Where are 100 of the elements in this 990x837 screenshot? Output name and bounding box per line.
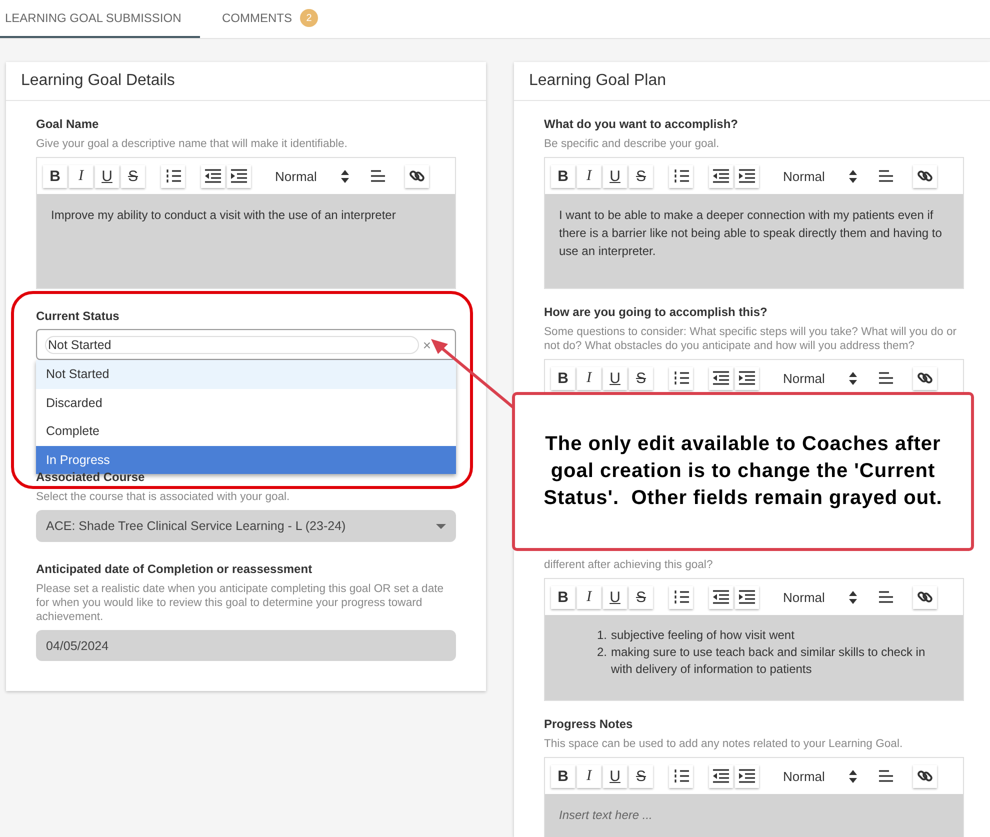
indent-icon [230, 168, 248, 184]
italic-button[interactable]: I [577, 366, 601, 390]
select-input[interactable]: Not Started [45, 336, 419, 354]
link-button[interactable] [913, 764, 937, 788]
numbered-list-button[interactable] [669, 586, 693, 608]
strikethrough-button[interactable]: S [629, 764, 653, 788]
link-button[interactable] [913, 366, 937, 390]
indent-button[interactable] [735, 164, 759, 188]
indent-icon [738, 589, 756, 605]
indent-icon [738, 768, 756, 784]
panel-title: Learning Goal Plan [514, 62, 990, 101]
caret-down-icon [436, 524, 446, 528]
outdent-icon [712, 168, 730, 184]
italic-button[interactable]: I [577, 586, 601, 608]
tab[interactable]: COMMENTS 2 [200, 0, 338, 38]
italic-button[interactable]: I [577, 764, 601, 788]
link-button[interactable] [913, 586, 937, 608]
dropdown-option[interactable]: Discarded [36, 388, 456, 417]
up-down-arrows-icon[interactable] [341, 170, 349, 182]
outdent-button[interactable] [709, 586, 733, 608]
outdent-button[interactable] [709, 366, 733, 390]
outdent-button[interactable] [709, 764, 733, 788]
indent-button[interactable] [735, 764, 759, 788]
numbered-list-button[interactable] [161, 164, 185, 188]
bold-button[interactable]: B [551, 164, 575, 188]
course-select[interactable]: ACE: Shade Tree Clinical Service Learning - L (23-24) [36, 510, 456, 542]
tab[interactable]: LEARNING GOAL SUBMISSION [0, 0, 200, 38]
callout-text: The only edit available to Coaches after goal creation is to change the 'Current Status'. Other fields remain grayed out. [542, 432, 944, 511]
dropdown-option[interactable]: Not Started [36, 360, 456, 388]
link-button[interactable] [913, 164, 937, 188]
editor-placeholder: Insert text here ... [559, 807, 654, 824]
outdent-icon [712, 768, 730, 784]
field-hint: This space can be used to add any notes related to your Learning Goal. [544, 737, 904, 751]
field-hint: Select the course that is associated with your goal. [36, 490, 291, 504]
outdent-button[interactable] [709, 164, 733, 188]
format-select[interactable]: Normal [783, 590, 849, 604]
bold-button[interactable]: B [43, 164, 67, 188]
italic-button[interactable]: I [577, 164, 601, 188]
clear-button[interactable]: × [422, 336, 431, 352]
align-left-icon[interactable] [371, 169, 385, 183]
strikethrough-button[interactable]: S [629, 366, 653, 390]
field-hint: Be specific and describe your goal. [544, 137, 720, 151]
format-select[interactable]: Normal [783, 768, 849, 784]
link-icon [917, 589, 933, 605]
editor-content[interactable]: I want to be able to make a deeper connection with my patients even if there is a barrier like not being able to speak directly them and having to use an interpreter. [545, 194, 963, 288]
bold-button[interactable]: B [551, 586, 575, 608]
editor-content[interactable]: Insert text here ... [545, 794, 963, 837]
format-select[interactable]: Normal [783, 370, 849, 386]
underline-button[interactable]: U [603, 764, 627, 788]
link-button[interactable] [405, 164, 429, 188]
editor-text: I want to be able to make a deeper connection with my patients even if there is a barrier like not being able to speak directly them and having to use an interpreter. [559, 207, 943, 260]
field-label: Progress Notes [544, 717, 634, 731]
align-left-icon[interactable] [879, 590, 893, 604]
editor-content[interactable]: 1. subjective feeling of how visit went 2. making sure to use teach back and similar skills to check in with delivery of information to patients [545, 615, 963, 700]
align-left-icon[interactable] [879, 769, 893, 783]
field-hint: Some questions to consider: What specific steps will you take? What will you do or not do? What obstacles do you anticipate and how will you address them? [544, 325, 958, 353]
strikethrough-button[interactable]: S [629, 586, 653, 608]
numbered-list-icon [674, 168, 688, 184]
align-left-icon[interactable] [879, 169, 893, 183]
outdent-button[interactable] [201, 164, 225, 188]
format-select[interactable]: Normal [783, 168, 849, 184]
numbered-list-button[interactable] [669, 764, 693, 788]
align-left-icon[interactable] [879, 371, 893, 385]
italic-button[interactable]: I [69, 164, 93, 188]
strikethrough-button[interactable]: S [121, 164, 145, 188]
underline-button[interactable]: U [603, 164, 627, 188]
indent-button[interactable] [735, 366, 759, 390]
field-label: Anticipated date of Completion or reassessment [36, 562, 314, 576]
bold-button[interactable]: B [551, 366, 575, 390]
up-down-arrows-icon[interactable] [849, 372, 857, 384]
date-field[interactable]: 04/05/2024 [36, 630, 456, 661]
bold-button[interactable]: B [551, 764, 575, 788]
dropdown-option[interactable]: Complete [36, 417, 456, 446]
field-label: Current Status [36, 309, 120, 323]
field-label: How are you going to accomplish this? [544, 305, 768, 319]
up-down-arrows-icon[interactable] [849, 170, 857, 182]
numbered-list-button[interactable] [669, 366, 693, 390]
outdent-icon [712, 370, 730, 386]
up-down-arrows-icon[interactable] [849, 590, 857, 604]
up-down-arrows-icon[interactable] [849, 770, 857, 782]
status-select[interactable]: Not Started × [36, 329, 456, 360]
indent-button[interactable] [735, 586, 759, 608]
format-select[interactable]: Normal [275, 168, 341, 184]
numbered-list-icon [674, 589, 688, 605]
field-hint: different after achieving this goal? [544, 558, 714, 572]
editor-content[interactable]: Improve my ability to conduct a visit with the use of an interpreter [37, 194, 455, 288]
strikethrough-button[interactable]: S [629, 164, 653, 188]
numbered-list-button[interactable] [669, 164, 693, 188]
outdent-icon [712, 589, 730, 605]
list-number: 1. [596, 627, 607, 644]
numbered-list-icon [674, 768, 688, 784]
numbered-list-icon [674, 370, 688, 386]
underline-button[interactable]: U [603, 366, 627, 390]
underline-button[interactable]: U [603, 586, 627, 608]
link-icon [917, 370, 933, 386]
list-item: making sure to use teach back and similar skills to check in with delivery of information to patients [611, 644, 926, 678]
list-number: 2. [596, 644, 607, 661]
link-icon [409, 168, 425, 184]
underline-button[interactable]: U [95, 164, 119, 188]
indent-button[interactable] [227, 164, 251, 188]
